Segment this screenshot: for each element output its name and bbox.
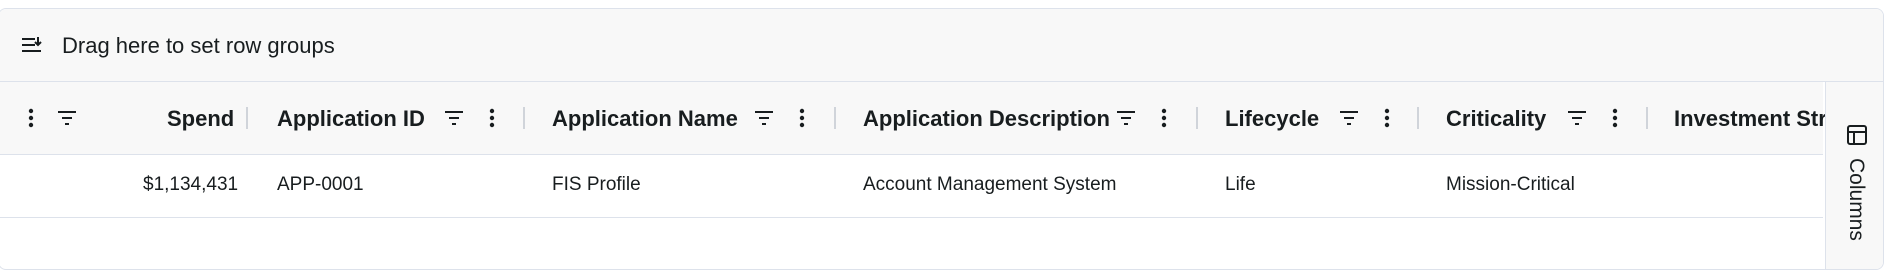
columns-panel-icon <box>1847 125 1867 145</box>
columns-side-tab[interactable]: Columns <box>1825 82 1883 269</box>
data-grid: Drag here to set row groups Spend Applic… <box>0 8 1884 270</box>
header-investment-strategy[interactable]: Investment Strat <box>0 82 1825 154</box>
cell-application-id: APP-0001 <box>277 174 364 195</box>
cell-lifecycle: Life <box>1225 174 1256 195</box>
cell-spend: $1,134,431 <box>143 174 239 195</box>
row-group-panel[interactable]: Drag here to set row groups <box>0 9 1883 82</box>
columns-side-label: Columns <box>1845 158 1868 241</box>
header-label-investment-strategy: Investment Strat <box>1674 106 1825 131</box>
table-row[interactable]: $1,134,431 APP-0001 FIS Profile Account … <box>0 155 1823 218</box>
row-group-hint: Drag here to set row groups <box>62 33 335 58</box>
cell-application-description: Account Management System <box>863 174 1117 195</box>
column-header-row: Spend Application ID Application Name Ap… <box>0 82 1825 155</box>
row-group-icon <box>22 37 42 52</box>
cell-application-name: FIS Profile <box>552 174 641 195</box>
cell-criticality: Mission-Critical <box>1446 174 1575 195</box>
